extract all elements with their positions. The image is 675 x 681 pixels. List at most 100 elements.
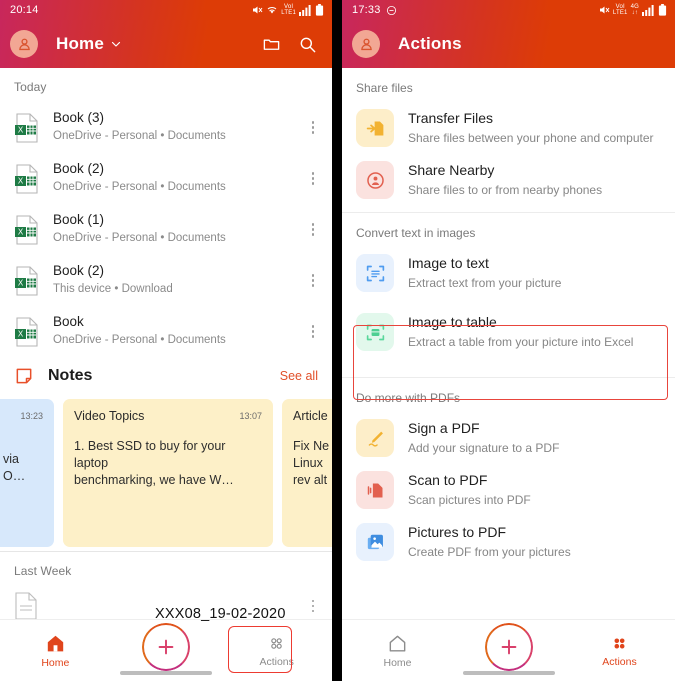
section-label-convert-text: Convert text in images — [356, 226, 476, 240]
action-subtitle: Add your signature to a PDF — [408, 440, 560, 455]
file-row[interactable]: X Book (2) This device • Download — [0, 255, 332, 306]
action-icon-tile — [356, 254, 394, 292]
last-week-file-name: XXX08_19-02-2020 — [155, 606, 286, 622]
add-button[interactable] — [484, 622, 533, 671]
nav-tab-home[interactable]: Home — [0, 633, 111, 669]
fab-ring — [484, 622, 533, 671]
share-nearby-icon — [366, 171, 384, 189]
svg-text:X: X — [18, 329, 24, 338]
file-row[interactable]: X Book (1) OneDrive - Personal • Documen… — [0, 204, 332, 255]
note-card[interactable]: 13:23 via O… — [0, 399, 54, 547]
note-title: Article — [293, 409, 328, 423]
scan-to-pdf-icon — [367, 483, 382, 497]
file-overflow-button[interactable] — [304, 599, 322, 613]
action-subtitle: Scan pictures into PDF — [408, 492, 531, 507]
action-item-sign-a-pdf[interactable]: Sign a PDF Add your signature to a PDF — [342, 412, 675, 464]
file-overflow-button[interactable] — [304, 274, 322, 287]
right-phone-screen: 17:33 VoI LTE1 4G ↓↑ Actions Share files… — [342, 0, 675, 681]
folder-button[interactable] — [258, 31, 284, 57]
svg-text:X: X — [18, 176, 24, 185]
file-overflow-button[interactable] — [304, 121, 322, 134]
action-item-share-nearby[interactable]: Share Nearby Share files to or from near… — [342, 154, 675, 206]
battery-icon — [658, 4, 667, 16]
nav-tab-actions[interactable]: Actions — [221, 634, 332, 668]
action-subtitle: Extract text from your picture — [408, 275, 562, 290]
avatar[interactable] — [352, 30, 380, 58]
action-item-image-to-table[interactable]: Image to table Extract a table from your… — [342, 299, 675, 371]
home-indicator — [120, 671, 212, 675]
right-status-bar: 17:33 VoI LTE1 4G ↓↑ — [342, 0, 675, 20]
note-body: 1. Best SSD to buy for your laptop bench… — [74, 439, 234, 487]
file-row[interactable]: X Book (3) OneDrive - Personal • Documen… — [0, 102, 332, 153]
account-avatar-icon — [360, 38, 372, 50]
file-overflow-button[interactable] — [304, 223, 322, 236]
home-indicator — [462, 671, 555, 675]
file-name: Book — [53, 314, 84, 330]
image-to-text-icon — [366, 265, 384, 281]
mute-icon — [253, 6, 263, 14]
action-title: Pictures to PDF — [408, 524, 507, 540]
notes-title: Notes — [48, 367, 93, 384]
transfer-files-icon — [366, 121, 383, 135]
mute-icon — [599, 6, 610, 14]
do-not-disturb-icon — [386, 5, 396, 15]
action-item-image-to-text[interactable]: Image to text Extract text from your pic… — [342, 247, 675, 299]
action-subtitle: Create PDF from your pictures — [408, 544, 571, 559]
nav-label-actions: Actions — [259, 655, 294, 668]
action-title: Image to text — [408, 255, 489, 271]
action-icon-tile — [356, 523, 394, 561]
action-item-pictures-to-pdf[interactable]: Pictures to PDF Create PDF from your pic… — [342, 516, 675, 568]
file-row[interactable]: X Book OneDrive - Personal • Documents — [0, 306, 332, 357]
generic-file-icon — [15, 592, 37, 620]
file-subtitle: OneDrive - Personal • Documents — [53, 181, 226, 194]
nav-label-home: Home — [383, 656, 412, 669]
file-overflow-button[interactable] — [304, 325, 322, 338]
left-bottom-nav: Home Actions — [0, 619, 332, 681]
note-time: 13:23 — [20, 411, 43, 421]
nav-tab-actions[interactable]: Actions — [564, 634, 675, 668]
left-app-bar: Home — [0, 20, 332, 68]
signal-bars-icon — [299, 4, 311, 16]
nav-label-home: Home — [41, 656, 70, 669]
excel-file-icon: X — [15, 265, 38, 296]
notes-carousel[interactable]: 13:23 via O… Video Topics 13:07 1. Best … — [0, 395, 332, 547]
file-name: Book (1) — [53, 212, 105, 228]
file-row[interactable]: X Book (2) OneDrive - Personal • Documen… — [0, 153, 332, 204]
search-button[interactable] — [294, 31, 320, 57]
note-time: 13:07 — [239, 411, 262, 421]
action-icon-tile — [356, 471, 394, 509]
left-phone-screen: 20:14 VoI LTE1 Home Today X Book (3) One… — [0, 0, 332, 681]
section-label-last-week: Last Week — [14, 564, 72, 578]
4g-icon: 4G ↓↑ — [630, 4, 639, 16]
action-item-transfer-files[interactable]: Transfer Files Share files between your … — [342, 102, 675, 154]
note-card[interactable]: Video Topics 13:07 1. Best SSD to buy fo… — [63, 399, 273, 547]
excel-file-icon: X — [15, 316, 38, 347]
signal-bars-icon — [642, 4, 654, 16]
svg-text:X: X — [18, 278, 24, 287]
home-icon — [47, 635, 64, 651]
action-title: Share Nearby — [408, 162, 495, 178]
fab-container — [111, 622, 222, 674]
grid-dots-icon — [614, 638, 625, 648]
file-subtitle: OneDrive - Personal • Documents — [53, 130, 226, 143]
battery-icon — [315, 4, 324, 16]
file-overflow-button[interactable] — [304, 172, 322, 185]
note-card[interactable]: Article Fix Ne Linux rev alt — [282, 399, 332, 547]
excel-file-icon: X — [15, 112, 38, 143]
panel-divider — [332, 0, 342, 681]
file-name: Book (3) — [53, 110, 105, 126]
account-avatar-icon — [18, 38, 30, 50]
nav-tab-home[interactable]: Home — [342, 633, 453, 669]
section-label-pdfs: Do more with PDFs — [356, 391, 461, 405]
volte-lte1-icon: VoI LTE1 — [281, 4, 296, 16]
home-title-dropdown[interactable]: Home — [56, 34, 122, 54]
sticky-note-icon — [16, 368, 32, 384]
notes-see-all-link[interactable]: See all — [280, 369, 318, 383]
action-title: Sign a PDF — [408, 420, 480, 436]
add-button[interactable] — [142, 622, 190, 671]
action-subtitle: Share files between your phone and compu… — [408, 130, 654, 145]
pictures-to-pdf-icon — [367, 534, 383, 549]
avatar[interactable] — [10, 30, 38, 58]
note-body: Fix Ne Linux rev alt — [293, 439, 330, 487]
action-item-scan-to-pdf[interactable]: Scan to PDF Scan pictures into PDF — [342, 464, 675, 516]
